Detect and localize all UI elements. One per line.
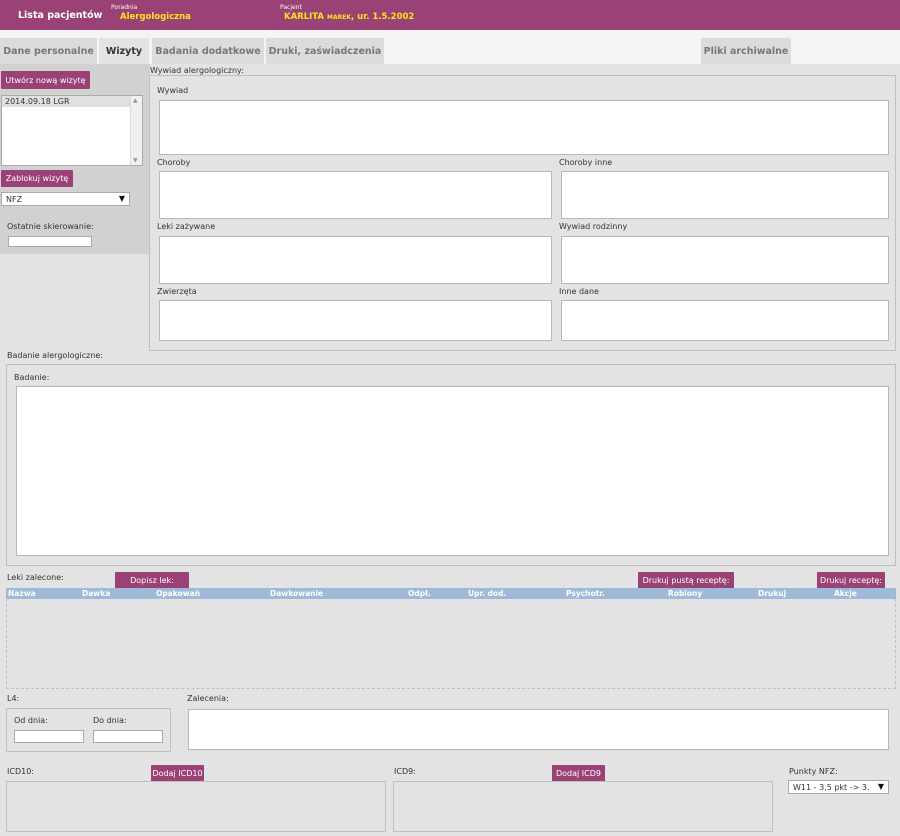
clinic-label: Poradnia [111,4,138,11]
nfz-points-select[interactable]: W11 - 3,5 pkt -> 3. ▼ [788,780,889,794]
visits-list[interactable]: 2014.09.18 LGR ▲ ▼ [1,95,143,166]
interview-textarea[interactable] [159,100,889,155]
recommendations-label: Zalecenia: [187,694,229,703]
dropdown-arrow-icon: ▼ [118,194,125,203]
last-referral-label: Ostatnie skierowanie: [7,222,94,231]
from-date-label: Od dnia: [14,716,48,725]
other-data-label: Inne dane [559,287,599,296]
visit-item[interactable]: 2014.09.18 LGR [2,96,130,107]
other-diseases-label: Choroby inne [559,158,613,167]
l4-legend: L4: [7,694,20,703]
to-date-label: Do dnia: [93,716,127,725]
patient-info: KARLITA MAREK, ur. 1.5.2002 [284,12,414,22]
column-dose: Dawka [82,589,111,598]
animals-textarea[interactable] [159,300,552,341]
tab-personal-data[interactable]: Dane personalne [0,38,97,64]
medications-textarea[interactable] [159,236,552,284]
print-empty-prescription-button[interactable]: Drukuj pustą receptę: [638,572,734,589]
payer-select[interactable]: NFZ ▼ [1,192,130,206]
patient-label: Pacjent [280,4,302,11]
icd10-label: ICD10: [7,767,34,776]
tab-documents[interactable]: Druki, zaświadczenia [266,38,384,64]
recommendations-textarea[interactable] [188,709,889,750]
print-prescription-button[interactable]: Drukuj receptę: [817,572,885,589]
family-history-textarea[interactable] [561,236,889,284]
tab-archive-files[interactable]: Pliki archiwalne [701,38,791,64]
diseases-label: Choroby [157,158,191,167]
medications-label: Leki zażywane [157,222,216,231]
exam-legend: Badanie alergologiczne: [7,351,103,360]
from-date-input[interactable] [14,730,84,743]
scroll-up-icon[interactable]: ▲ [133,97,138,104]
tab-additional-tests[interactable]: Badania dodatkowe [152,38,264,64]
patient-surname: KARLITA [284,12,325,22]
interview-legend: Wywiad alergologiczny: [150,66,244,75]
payer-select-value: NFZ [6,194,23,204]
column-made: Robiony [668,589,703,598]
drugs-label: Leki zalecone: [7,573,64,582]
add-icd9-button[interactable]: Dodaj ICD9 [552,765,605,782]
clinic-name: Alergologiczna [120,12,191,22]
add-icd10-button[interactable]: Dodaj ICD10 [151,765,204,782]
lock-visit-button[interactable]: Zablokuj wizytę [1,170,73,187]
column-print: Drukuj [758,589,787,598]
animals-label: Zwierzęta [157,287,197,296]
interview-label: Wywiad [157,86,189,95]
column-actions: Akcje [834,589,857,598]
nfz-points-label: Punkty NFZ: [789,767,838,776]
new-visit-button[interactable]: Utwórz nową wizytę [1,71,90,89]
add-drug-button[interactable]: Dopisz lek: [115,572,189,589]
diseases-textarea[interactable] [159,171,552,219]
drugs-table-body [6,599,896,689]
exam-label: Badanie: [14,373,50,382]
visits-list-scrollbar[interactable]: ▲ ▼ [130,96,142,165]
column-packages: Opakowań [156,589,201,598]
to-date-input[interactable] [93,730,163,743]
family-history-label: Wywiad rodzinny [559,222,628,231]
icd9-list [393,781,773,832]
patient-birthdate: , ur. 1.5.2002 [350,12,415,22]
column-name: Nazwa [8,589,36,598]
dropdown-arrow-icon: ▼ [877,782,884,791]
patient-firstname: MAREK [326,14,351,21]
nfz-points-select-value: W11 - 3,5 pkt -> 3. [793,782,870,792]
exam-textarea[interactable] [16,386,889,556]
icd9-label: ICD9: [394,767,416,776]
other-data-textarea[interactable] [561,300,889,341]
tab-visits[interactable]: Wizyty [99,38,149,64]
drugs-table-header: Nazwa Dawka Opakowań Dawkowanie Odpł. Up… [6,588,896,599]
column-psychotropic: Psychotr. [566,589,605,598]
scroll-down-icon[interactable]: ▼ [133,157,138,164]
column-entitlements: Upr. dod. [468,589,507,598]
column-payment: Odpł. [408,589,431,598]
column-dosage: Dawkowanie [270,589,324,598]
patient-list-link[interactable]: Lista pacjentów [18,10,102,21]
last-referral-input[interactable] [8,236,92,247]
icd10-list [6,781,386,832]
other-diseases-textarea[interactable] [561,171,889,219]
